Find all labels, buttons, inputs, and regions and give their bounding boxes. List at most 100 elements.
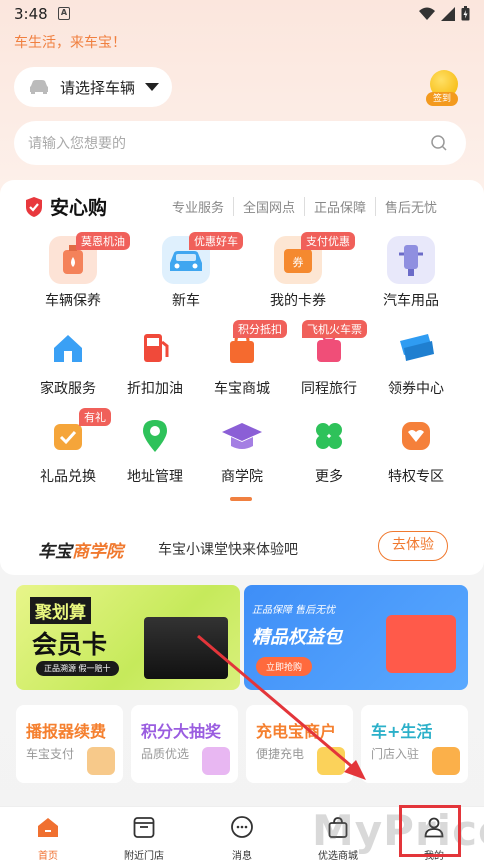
battery-icon xyxy=(461,6,470,21)
tile-car-life[interactable]: 车+生活 门店入驻 xyxy=(361,705,468,783)
tab-nearby-stores[interactable]: 附近门店 xyxy=(96,807,192,860)
service-item-car-supplies[interactable]: 汽车用品 xyxy=(366,236,456,310)
service-label: 礼品兑换 xyxy=(40,469,96,485)
service-label: 车宝商城 xyxy=(214,381,270,397)
service-label: 地址管理 xyxy=(127,469,183,485)
tile-title: 播报器续费 xyxy=(26,722,107,741)
phone-holder-icon xyxy=(387,236,435,284)
service-tag: 支付优惠 xyxy=(301,232,355,250)
tile-title: 充电宝商户 xyxy=(256,722,337,741)
qr-device-icon xyxy=(87,747,115,775)
gift-box-image xyxy=(386,615,456,673)
buy-now-button[interactable]: 立即抢购 xyxy=(256,657,313,676)
try-now-button[interactable]: 去体验 xyxy=(378,531,448,561)
banner-subtitle: 正品溯源 假一赔十 xyxy=(36,661,119,676)
highlight-box xyxy=(399,805,461,857)
tile-subtitle: 车宝支付 xyxy=(26,747,75,761)
app-notification-icon: A xyxy=(58,7,70,20)
signin-label: 签到 xyxy=(426,92,458,106)
status-time: 3:48 xyxy=(14,5,48,23)
gift-box-icon xyxy=(202,747,230,775)
service-label: 折扣加油 xyxy=(127,381,183,397)
tab-home[interactable]: 首页 xyxy=(0,807,96,860)
home-icon xyxy=(38,818,58,837)
service-tag: 莫恩机油 xyxy=(76,232,130,250)
search-input[interactable]: 请输入您想要的 xyxy=(14,121,466,165)
signin-button[interactable]: 签到 xyxy=(424,70,464,108)
brand-title: 安心购 xyxy=(50,197,108,219)
service-item-fuel-discount[interactable]: 折扣加油 xyxy=(110,324,200,398)
service-label: 新车 xyxy=(172,293,200,309)
service-label: 汽车用品 xyxy=(383,293,439,309)
academy-text: 车宝小课堂快来体验吧 xyxy=(158,542,298,558)
anxin-brand: 安心购 xyxy=(24,193,107,220)
tile-title: 车+生活 xyxy=(371,722,433,741)
tile-powerbank-merchant[interactable]: 充电宝商户 便捷充电 xyxy=(246,705,353,783)
service-label: 车辆保养 xyxy=(45,293,101,309)
banner-title: 精品权益包 xyxy=(252,627,342,648)
tile-subtitle: 门店入驻 xyxy=(371,747,420,761)
benefits-package-banner[interactable]: 正品保障 售后无忧 精品权益包 立即抢购 xyxy=(244,585,468,690)
service-tag: 有礼 xyxy=(79,408,111,426)
fuel-pump-icon xyxy=(131,324,179,372)
caret-down-icon xyxy=(145,83,160,91)
member-card-banner[interactable]: 聚划算 会员卡 正品溯源 假一赔十 xyxy=(16,585,240,690)
signal-icon xyxy=(441,6,455,21)
lightning-icon xyxy=(317,747,345,775)
tab-label: 附近门店 xyxy=(124,851,164,860)
service-item-address[interactable]: 地址管理 xyxy=(110,412,200,486)
guarantee-item: 售后无忧 xyxy=(375,197,446,216)
service-label: 商学院 xyxy=(221,469,263,485)
service-item-new-car[interactable]: 优惠好车 新车 xyxy=(141,232,243,310)
service-label: 我的卡券 xyxy=(270,293,326,309)
service-tag: 优惠好车 xyxy=(189,232,243,250)
academy-strip: 车宝商学院 车宝小课堂快来体验吧 去体验 xyxy=(0,515,484,575)
guarantee-item: 全国网点 xyxy=(233,197,304,216)
service-item-coupon-center[interactable]: 领券中心 xyxy=(371,324,461,398)
search-icon[interactable] xyxy=(430,134,448,152)
tile-subtitle: 品质优选 xyxy=(141,747,190,761)
tile-title: 积分大抽奖 xyxy=(141,722,222,741)
wifi-icon xyxy=(419,7,435,20)
store-icon xyxy=(432,747,460,775)
guarantee-list: 专业服务 全国网点 正品保障 售后无忧 xyxy=(172,197,446,216)
svg-text:券: 券 xyxy=(293,255,304,269)
search-placeholder: 请输入您想要的 xyxy=(28,136,126,152)
service-item-more[interactable]: 更多 xyxy=(284,412,374,486)
tile-subtitle: 便捷充电 xyxy=(256,747,305,761)
location-pin-icon xyxy=(131,412,179,460)
service-item-maintenance[interactable]: 莫恩机油 车辆保养 xyxy=(28,232,130,310)
page-indicator xyxy=(230,497,252,501)
service-label: 家政服务 xyxy=(40,381,96,397)
banner-title: 会员卡 xyxy=(32,630,108,659)
car-icon xyxy=(30,80,48,94)
status-bar: 3:48 A xyxy=(0,0,484,28)
tab-messages[interactable]: 消息 xyxy=(194,807,290,860)
feature-tiles: 播报器续费 车宝支付 积分大抽奖 品质优选 充电宝商户 便捷充电 车+生活 门店… xyxy=(16,705,468,783)
guarantee-item: 正品保障 xyxy=(304,197,375,216)
graduation-cap-icon xyxy=(218,412,266,460)
store-front-icon xyxy=(133,817,155,838)
service-item-housekeeping[interactable]: 家政服务 xyxy=(23,324,113,398)
service-label: 同程旅行 xyxy=(301,381,357,397)
status-icons xyxy=(419,6,470,21)
ticket-icon xyxy=(392,324,440,372)
service-item-mall[interactable]: 积分抵扣 车宝商城 xyxy=(197,320,287,398)
service-item-my-coupons[interactable]: 券 支付优惠 我的卡券 xyxy=(253,232,355,310)
academy-logo-prefix: 车宝 xyxy=(38,542,72,562)
service-item-privilege[interactable]: 特权专区 xyxy=(371,412,461,486)
banner-tag: 正品保障 售后无忧 xyxy=(252,605,336,616)
service-tag: 积分抵扣 xyxy=(233,320,287,338)
service-label: 更多 xyxy=(315,469,343,485)
clover-icon xyxy=(305,412,353,460)
service-item-academy[interactable]: 商学院 xyxy=(197,412,287,486)
slogan-text: 车生活，来车宝！ xyxy=(14,35,126,51)
service-tag: 飞机火车票 xyxy=(302,320,367,338)
service-item-gift-exchange[interactable]: 有礼 礼品兑换 xyxy=(23,408,113,486)
tile-points-lottery[interactable]: 积分大抽奖 品质优选 xyxy=(131,705,238,783)
service-label: 特权专区 xyxy=(388,469,444,485)
service-item-travel[interactable]: 飞机火车票 同程旅行 xyxy=(284,320,374,398)
car-selector-button[interactable]: 请选择车辆 xyxy=(14,67,172,107)
tile-broadcaster-renewal[interactable]: 播报器续费 车宝支付 xyxy=(16,705,123,783)
vip-shield-icon xyxy=(392,412,440,460)
